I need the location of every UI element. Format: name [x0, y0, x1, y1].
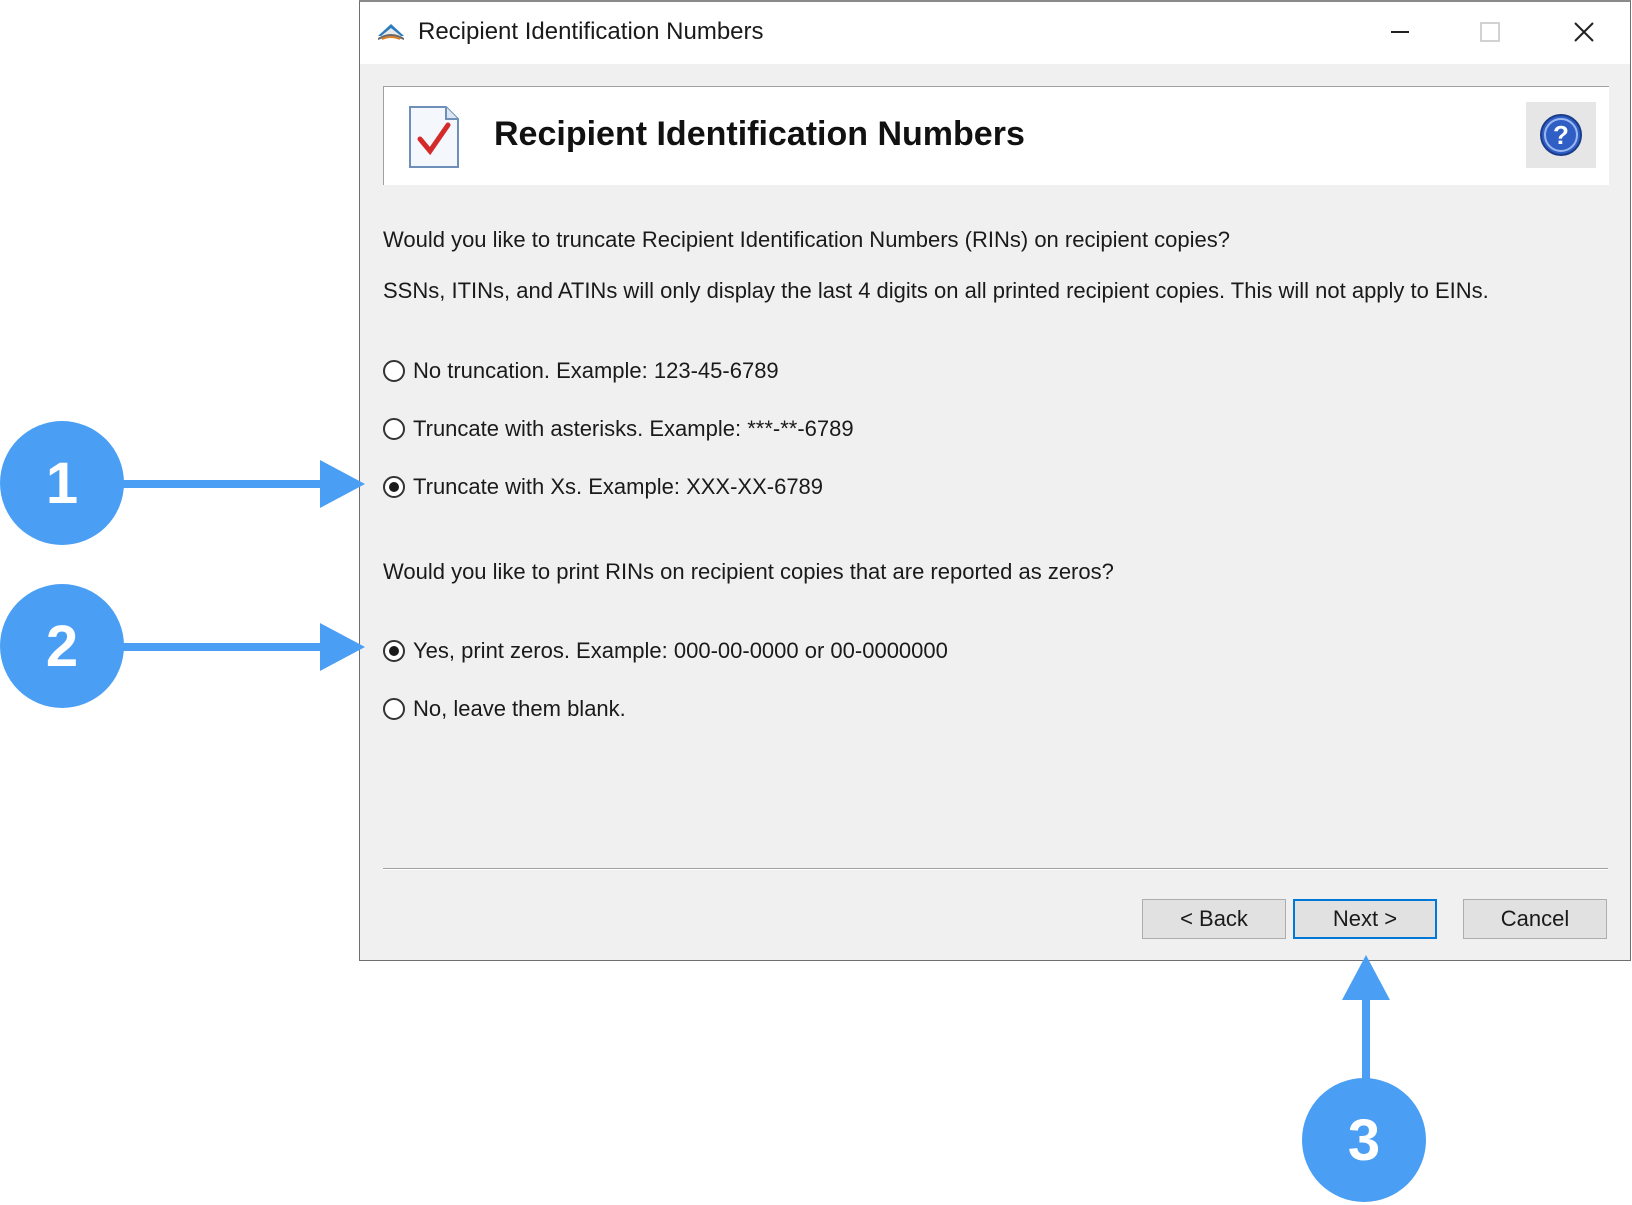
- annotation-badge-2: 2: [0, 584, 124, 708]
- arrow-1-head: [320, 460, 365, 508]
- arrow-2-head: [320, 623, 365, 671]
- annotation-badge-1: 1: [0, 421, 124, 545]
- annotation-arrows: [122, 460, 1390, 1080]
- arrow-3-head: [1342, 955, 1390, 1000]
- annotation-badge-3: 3: [1302, 1078, 1426, 1202]
